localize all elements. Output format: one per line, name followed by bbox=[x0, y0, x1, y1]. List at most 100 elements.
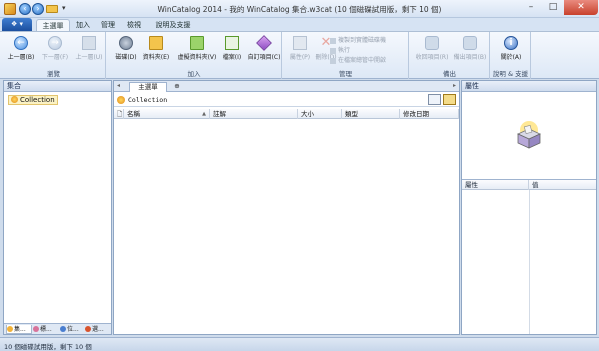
tab-scroll-right-icon[interactable]: ▸ bbox=[453, 82, 456, 89]
export-icon bbox=[463, 36, 477, 50]
column-name-label: 名稱 bbox=[127, 110, 140, 118]
sort-arrow-icon: ▲ bbox=[202, 111, 206, 117]
group-manage: 屬性(P) ✕ 刪除(D) 複製到實體磁碟機 執行 在檔案總管中開啟 管理 bbox=[283, 32, 409, 79]
title-bar: ‹ › ▾ WinCatalog 2014 - 我的 WinCatalog 集合… bbox=[0, 0, 599, 18]
group-navigation: ← 上一層(B) → 下一層(F) 上一層(U) 瀏覽 bbox=[2, 32, 106, 79]
properties-pane: 屬性 屬性 值 bbox=[461, 80, 597, 335]
column-modified[interactable]: 修改日期 bbox=[400, 109, 459, 119]
group-label-help: 說明 & 支援 bbox=[492, 70, 529, 78]
up-button[interactable]: 上一層(U) bbox=[74, 36, 104, 61]
status-text: 10 個磁碟試用版，剩下 10 個 bbox=[4, 343, 92, 351]
group-label-manage: 管理 bbox=[339, 70, 352, 78]
tab-locations-label: 位... bbox=[67, 326, 79, 333]
tab-add[interactable]: 加入 bbox=[72, 19, 94, 31]
back-button[interactable]: ← 上一層(B) bbox=[6, 36, 36, 61]
property-name-column[interactable]: 屬性 bbox=[462, 180, 529, 190]
add-file-label: 檔案(I) bbox=[222, 54, 242, 61]
tab-scroll-left-icon[interactable]: ◂ bbox=[117, 82, 120, 89]
add-custom-item-label: 自訂項目(C) bbox=[247, 54, 281, 61]
edit-button[interactable] bbox=[443, 94, 456, 105]
run-label: 執行 bbox=[338, 47, 351, 54]
collection-pane: 集合 Collection 集... 標... 位... 選... bbox=[3, 80, 112, 335]
window-title: WinCatalog 2014 - 我的 WinCatalog 集合.w3cat… bbox=[157, 5, 442, 14]
property-column-divider bbox=[529, 190, 530, 334]
back-label: 上一層(B) bbox=[7, 54, 35, 61]
add-folder-label: 資料夾(E) bbox=[142, 54, 170, 61]
open-in-explorer-label: 在檔案總管中開啟 bbox=[338, 57, 387, 64]
maximize-button[interactable]: □ bbox=[542, 0, 564, 15]
add-disk-button[interactable]: 磁碟(D) bbox=[111, 36, 141, 61]
column-name[interactable]: 名稱 ▲ bbox=[124, 109, 210, 119]
copy-to-drive-item[interactable]: 複製到實體磁碟機 bbox=[330, 35, 386, 44]
add-folder-button[interactable]: 資料夾(E) bbox=[141, 36, 171, 61]
application-menu-button[interactable]: ❖ ▾ bbox=[2, 18, 32, 31]
group-export: 收回項目(R) 備出項目(B) 備出 bbox=[410, 32, 490, 79]
forward-arrow-icon: → bbox=[48, 36, 62, 50]
properties-label: 屬性(P) bbox=[289, 54, 311, 61]
doc-tab-home[interactable]: 主選單 bbox=[129, 82, 167, 92]
group-label-add: 加入 bbox=[187, 70, 201, 78]
export-item-button[interactable]: 備出項目(B) bbox=[452, 36, 488, 61]
content-pane: ◂ 主選單 ⊕ ▸ Collection 🗋 名稱 ▲ 註解 大小 類型 修改日期 bbox=[113, 80, 460, 335]
tab-manage[interactable]: 管理 bbox=[97, 19, 119, 31]
view-mode-button[interactable] bbox=[428, 94, 441, 105]
retrieve-item-button[interactable]: 收回項目(R) bbox=[414, 36, 450, 61]
forward-button[interactable]: → 下一層(F) bbox=[40, 36, 70, 61]
tree-item-collection[interactable]: Collection bbox=[8, 95, 58, 105]
tab-select-label: 選... bbox=[92, 326, 104, 333]
export-item-label: 備出項目(B) bbox=[453, 54, 487, 61]
back-arrow-icon: ← bbox=[14, 36, 28, 50]
file-icon bbox=[225, 36, 239, 50]
add-disk-label: 磁碟(D) bbox=[115, 54, 137, 61]
collection-icon bbox=[11, 96, 18, 103]
column-type[interactable]: 類型 bbox=[342, 109, 400, 119]
group-add: 磁碟(D) 資料夾(E) 虛擬資料夾(V) 檔案(I) 自訂項目(C) 加入 bbox=[107, 32, 282, 79]
tab-help[interactable]: 說明及支援 bbox=[150, 19, 196, 31]
ribbon: ← 上一層(B) → 下一層(F) 上一層(U) 瀏覽 磁碟(D) 資料夾(E)… bbox=[0, 31, 599, 79]
collection-pane-title: 集合 bbox=[4, 81, 111, 92]
property-value-column[interactable]: 值 bbox=[529, 180, 596, 190]
tab-collection[interactable]: 集... bbox=[6, 325, 32, 334]
tab-select[interactable]: 選... bbox=[85, 325, 110, 334]
column-comment[interactable]: 註解 bbox=[210, 109, 298, 119]
about-label: 關於(A) bbox=[500, 54, 522, 61]
preview-area bbox=[462, 92, 596, 180]
left-pane-tabs: 集... 標... 位... 選... bbox=[4, 323, 111, 334]
open-in-explorer-item[interactable]: 在檔案總管中開啟 bbox=[330, 55, 386, 64]
collection-icon bbox=[117, 96, 125, 104]
retrieve-item-label: 收回項目(R) bbox=[415, 54, 449, 61]
select-icon bbox=[85, 326, 91, 332]
path-bar: Collection bbox=[114, 93, 459, 107]
tree-item-label: Collection bbox=[20, 96, 55, 104]
info-icon: i bbox=[504, 36, 518, 50]
add-virtual-folder-button[interactable]: 虛擬資料夾(V) bbox=[177, 36, 217, 61]
document-tabs: ◂ 主選單 ⊕ ▸ bbox=[114, 81, 459, 92]
run-item[interactable]: 執行 bbox=[330, 45, 350, 54]
folder-icon bbox=[149, 36, 163, 50]
retrieve-icon bbox=[425, 36, 439, 50]
virtual-folder-icon bbox=[190, 36, 204, 50]
group-help: i 關於(A) 說明 & 支援 bbox=[491, 32, 531, 79]
column-size[interactable]: 大小 bbox=[298, 109, 342, 119]
folder-up-icon bbox=[82, 36, 96, 50]
tab-tags-label: 標... bbox=[40, 326, 52, 333]
close-button[interactable]: ✕ bbox=[564, 0, 598, 15]
copy-to-drive-label: 複製到實體磁碟機 bbox=[338, 37, 387, 44]
tag-icon bbox=[33, 326, 39, 332]
tab-tags[interactable]: 標... bbox=[33, 325, 59, 334]
group-label-navigation: 瀏覽 bbox=[47, 70, 60, 78]
tab-home[interactable]: 主選單 bbox=[36, 19, 70, 31]
forward-label: 下一層(F) bbox=[41, 54, 69, 61]
copy-icon bbox=[330, 37, 336, 44]
tab-view[interactable]: 檢視 bbox=[123, 19, 145, 31]
add-custom-item-button[interactable]: 自訂項目(C) bbox=[247, 35, 281, 61]
add-file-button[interactable]: 檔案(I) bbox=[217, 36, 247, 61]
doc-tab-new[interactable]: ⊕ bbox=[169, 82, 185, 92]
minimize-button[interactable]: – bbox=[520, 0, 542, 15]
ribbon-tab-bar: ❖ ▾ 主選單 加入 管理 檢視 說明及支援 bbox=[0, 18, 599, 31]
column-file-icon[interactable]: 🗋 bbox=[114, 109, 124, 119]
explorer-icon bbox=[330, 57, 336, 64]
about-button[interactable]: i 關於(A) bbox=[496, 36, 526, 61]
group-label-export: 備出 bbox=[443, 70, 456, 78]
tab-locations[interactable]: 位... bbox=[60, 325, 84, 334]
